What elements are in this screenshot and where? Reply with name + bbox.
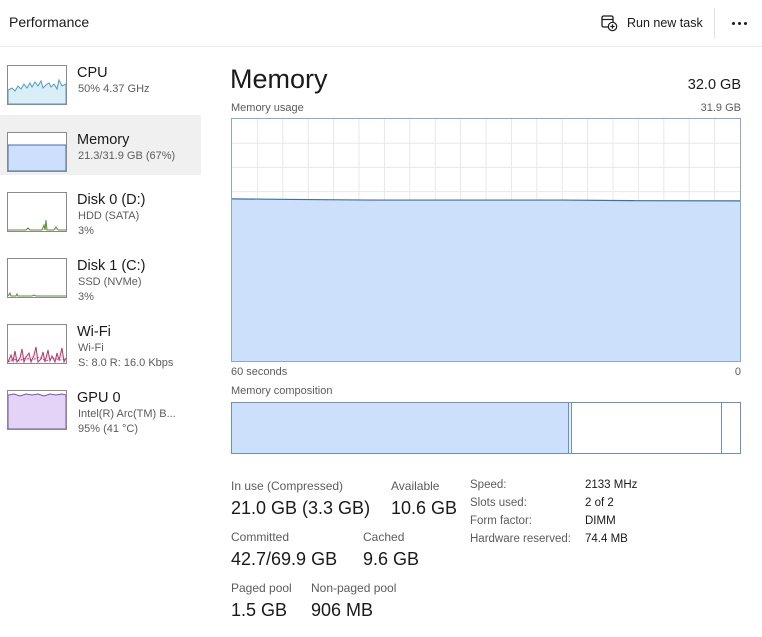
composition-standby xyxy=(572,403,722,453)
sidebar-item-name: Wi-Fi xyxy=(77,324,111,340)
memory-composition-label: Memory composition xyxy=(231,385,333,397)
available-value: 10.6 GB xyxy=(391,498,458,518)
composition-free xyxy=(723,403,740,453)
sidebar-item-detail: Wi-Fi xyxy=(78,342,104,354)
available-label: Available xyxy=(391,479,440,493)
sidebar-item-cpu[interactable]: CPU 50% 4.37 GHz xyxy=(0,48,201,108)
paged-pool-label: Paged pool xyxy=(231,581,292,595)
in-use-label: In use (Compressed) xyxy=(231,479,344,493)
sidebar-item-detail: 95% (41 °C) xyxy=(78,423,139,435)
wifi-mini-graph xyxy=(7,324,67,364)
sidebar-item-detail: HDD (SATA) xyxy=(78,210,140,222)
sidebar-item-name: CPU xyxy=(77,65,108,81)
disk-0-mini-graph xyxy=(7,192,67,232)
sidebar-item-wifi[interactable]: Wi-Fi Wi-Fi S: 8.0 R: 16.0 Kbps xyxy=(0,307,201,369)
non-paged-pool-value: 906 MB xyxy=(311,600,374,620)
sidebar-item-detail: 3% xyxy=(78,291,94,303)
time-axis-left: 60 seconds xyxy=(231,366,288,378)
memory-mini-graph xyxy=(7,132,67,172)
gpu-0-mini-graph xyxy=(7,390,67,430)
cpu-mini-graph xyxy=(7,65,67,105)
hardware-reserved-value: 74.4 MB xyxy=(585,533,628,545)
more-options-icon[interactable] xyxy=(727,12,751,34)
sidebar-item-disk-1[interactable]: Disk 1 (C:) SSD (NVMe) 3% xyxy=(0,241,201,303)
form-factor-label: Form factor: xyxy=(470,515,532,527)
sidebar-item-detail: 21.3/31.9 GB (67%) xyxy=(78,150,176,162)
run-task-icon xyxy=(600,14,618,32)
speed-label: Speed: xyxy=(470,479,507,491)
memory-composition-bar[interactable] xyxy=(231,402,741,454)
sidebar-item-memory[interactable]: Memory 21.3/31.9 GB (67%) xyxy=(0,115,201,175)
hardware-reserved-label: Hardware reserved: xyxy=(470,533,571,545)
cached-value: 9.6 GB xyxy=(363,549,420,569)
sidebar-item-name: Memory xyxy=(77,132,130,148)
sidebar-item-name: GPU 0 xyxy=(77,390,121,406)
sidebar-item-detail: 50% 4.37 GHz xyxy=(78,83,150,95)
sidebar-item-detail: SSD (NVMe) xyxy=(78,276,142,288)
sidebar-item-detail: 3% xyxy=(78,225,94,237)
sidebar-item-disk-0[interactable]: Disk 0 (D:) HDD (SATA) 3% xyxy=(0,175,201,237)
committed-label: Committed xyxy=(231,530,290,544)
cached-label: Cached xyxy=(363,530,405,544)
speed-value: 2133 MHz xyxy=(585,479,638,491)
page-title: Performance xyxy=(9,14,90,30)
main-title: Memory xyxy=(230,64,328,94)
memory-usage-area xyxy=(232,198,740,361)
sidebar-item-gpu-0[interactable]: GPU 0 Intel(R) Arc(TM) B... 95% (41 °C) xyxy=(0,373,201,435)
memory-usage-label: Memory usage xyxy=(231,102,304,114)
run-new-task-button[interactable]: Run new task xyxy=(600,10,703,36)
non-paged-pool-label: Non-paged pool xyxy=(311,581,397,595)
memory-total: 32.0 GB xyxy=(687,77,741,93)
memory-usage-max: 31.9 GB xyxy=(700,102,741,114)
sidebar-item-detail: S: 8.0 R: 16.0 Kbps xyxy=(78,357,174,369)
paged-pool-value: 1.5 GB xyxy=(231,600,288,620)
sidebar-item-detail: Intel(R) Arc(TM) B... xyxy=(78,408,176,420)
slots-used-label: Slots used: xyxy=(470,497,527,509)
sidebar-item-name: Disk 1 (C:) xyxy=(77,258,146,274)
sidebar-item-name: Disk 0 (D:) xyxy=(77,192,146,208)
run-new-task-label: Run new task xyxy=(627,16,703,30)
slots-used-value: 2 of 2 xyxy=(585,497,614,509)
composition-in-use xyxy=(232,403,569,453)
header-bar: Performance Run new task xyxy=(0,0,762,47)
time-axis-right: 0 xyxy=(734,366,741,378)
committed-value: 42.7/69.9 GB xyxy=(231,549,338,569)
memory-usage-graph xyxy=(231,118,741,362)
form-factor-value: DIMM xyxy=(585,515,616,527)
header-divider xyxy=(714,8,715,38)
disk-1-mini-graph xyxy=(7,258,67,298)
in-use-value: 21.0 GB (3.3 GB) xyxy=(231,498,371,518)
